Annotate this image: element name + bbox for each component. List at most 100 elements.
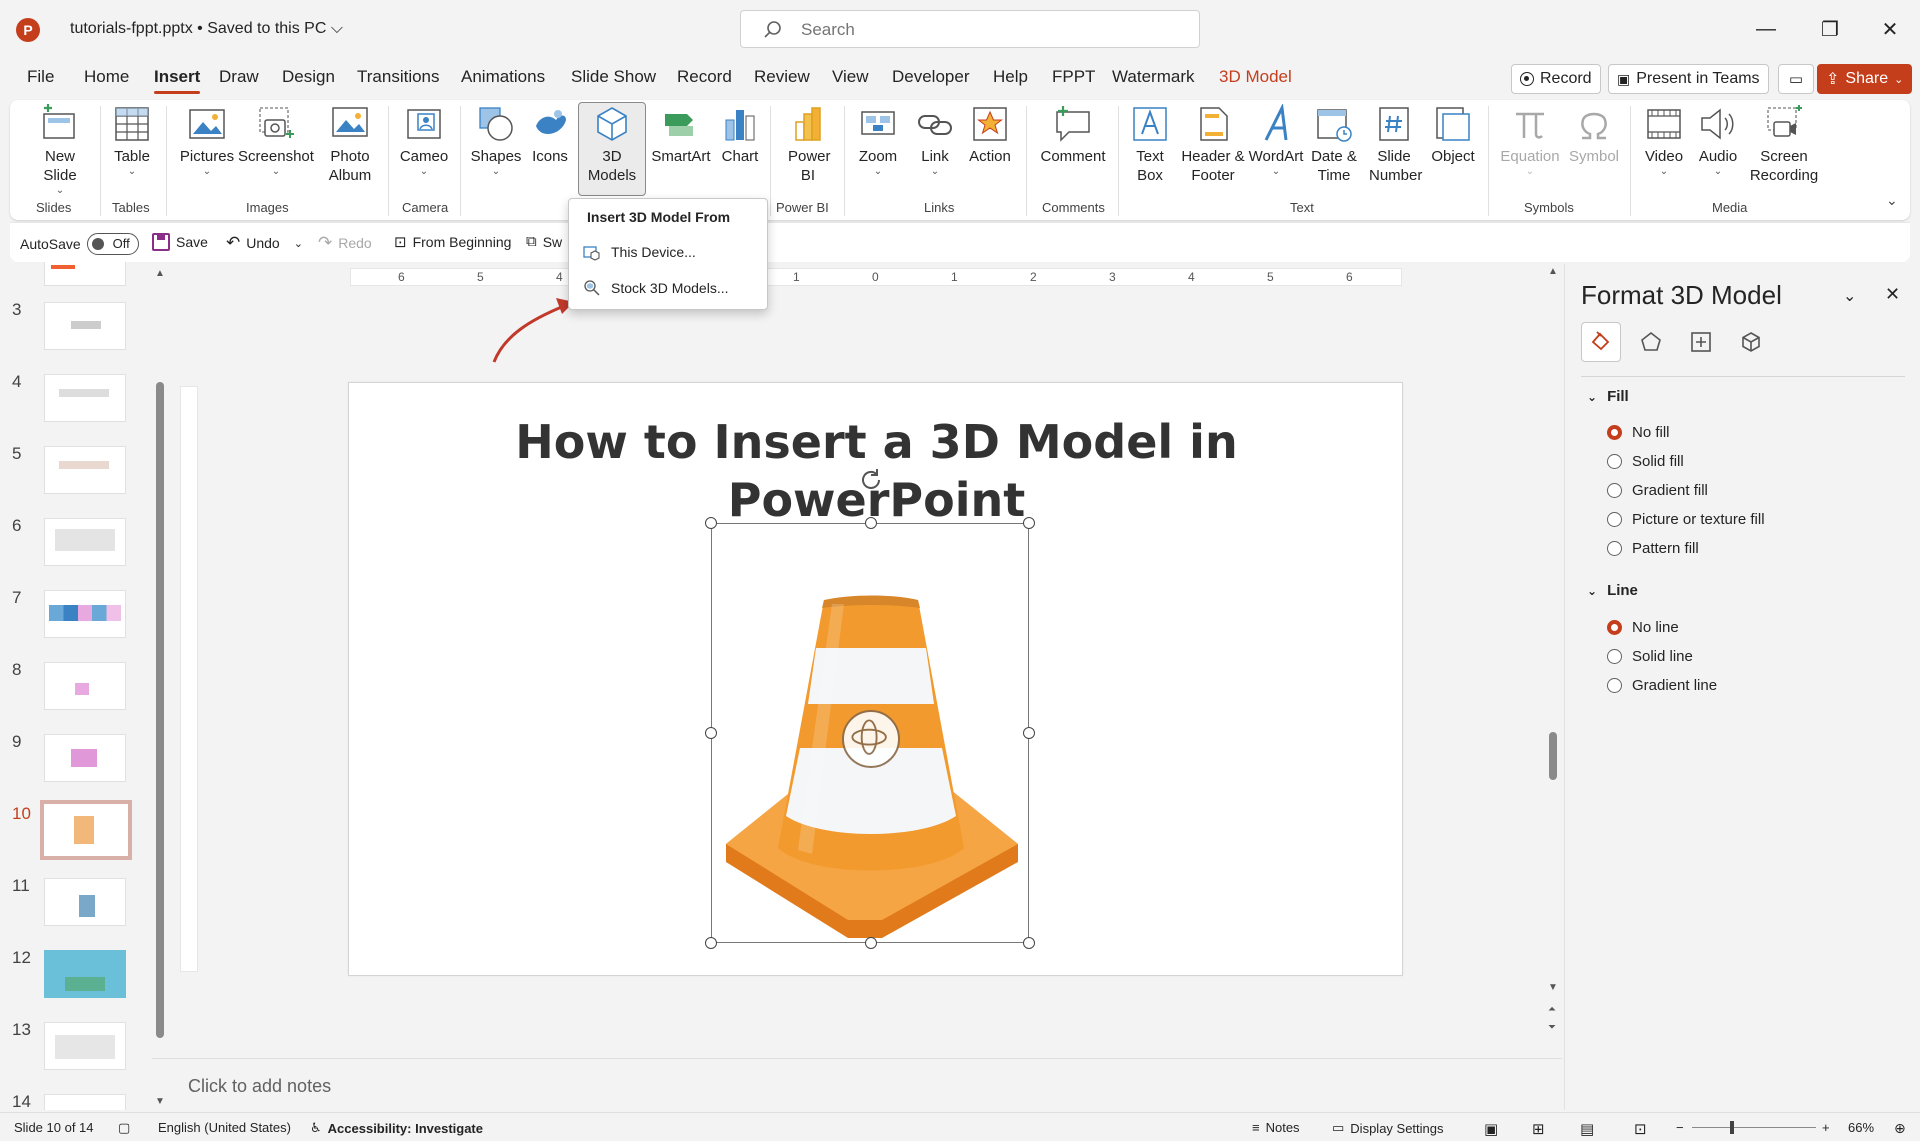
slide-thumbnail[interactable]	[44, 1094, 126, 1110]
effects-tab-icon[interactable]	[1631, 322, 1671, 362]
line-section-header[interactable]: ⌄ Line	[1587, 582, 1638, 599]
minimize-button[interactable]: —	[1746, 12, 1786, 46]
undo-button[interactable]: ↶ Undo ⌄	[226, 233, 303, 253]
slideshow-view-icon[interactable]: ⊡	[1634, 1120, 1647, 1138]
table-button[interactable]: Table ⌄	[104, 104, 160, 178]
accessibility-button[interactable]: ♿ Accessibility: Investigate	[310, 1120, 483, 1136]
3d-models-button[interactable]: 3D Models	[580, 104, 644, 185]
menu-item-this-device[interactable]: This Device...	[583, 243, 696, 261]
slide-thumbnail[interactable]	[44, 662, 126, 710]
powerpoint-logo-icon[interactable]: P	[16, 18, 40, 42]
reading-view-icon[interactable]: ▤	[1580, 1120, 1594, 1138]
tab-slide-show[interactable]: Slide Show	[571, 67, 656, 87]
resize-handle[interactable]	[705, 727, 717, 739]
search-box[interactable]	[740, 10, 1200, 48]
resize-handle[interactable]	[1023, 517, 1035, 529]
switch-button[interactable]: ⧉ Sw	[526, 233, 562, 250]
radio-button[interactable]	[1607, 678, 1622, 693]
radio-button[interactable]	[1607, 620, 1622, 635]
normal-view-icon[interactable]: ▣	[1484, 1120, 1498, 1138]
slide-thumbnail[interactable]	[44, 590, 126, 638]
icons-button[interactable]: Icons	[522, 104, 578, 166]
tab-insert[interactable]: Insert	[154, 67, 201, 94]
from-beginning-button[interactable]: ⊡ From Beginning	[394, 233, 511, 251]
fill-line-tab-icon[interactable]	[1581, 322, 1621, 362]
slide-thumbnail[interactable]	[44, 734, 126, 782]
slide-thumbnail-current[interactable]	[40, 800, 132, 860]
chevron-down-icon[interactable]: ⌄	[294, 237, 303, 250]
3d-model-tab-icon[interactable]	[1731, 322, 1771, 362]
scroll-thumb[interactable]	[1549, 732, 1557, 780]
spelling-icon[interactable]: ▢	[118, 1120, 130, 1136]
pane-options-chevron-icon[interactable]: ⌄	[1843, 286, 1856, 306]
record-button[interactable]: Record	[1511, 64, 1601, 94]
tab-animations[interactable]: Animations	[461, 67, 545, 87]
tab-home[interactable]: Home	[84, 67, 129, 87]
resize-handle[interactable]	[705, 517, 717, 529]
slide-thumbnail[interactable]	[44, 262, 126, 286]
tab-draw[interactable]: Draw	[219, 67, 259, 87]
radio-solid-line[interactable]: Solid line	[1607, 648, 1693, 665]
display-settings-button[interactable]: ▭ Display Settings	[1332, 1120, 1444, 1136]
video-button[interactable]: Video ⌄	[1636, 104, 1692, 178]
slide-thumbnail[interactable]	[44, 878, 126, 926]
next-slide-icon[interactable]: ⏷	[1548, 1022, 1556, 1033]
radio-gradient-line[interactable]: Gradient line	[1607, 677, 1717, 694]
zoom-in-icon[interactable]: +	[1822, 1120, 1830, 1135]
date-time-button[interactable]: Date & Time	[1304, 104, 1364, 185]
save-button[interactable]: Save	[152, 233, 208, 251]
chart-button[interactable]: Chart	[714, 104, 766, 166]
action-button[interactable]: Action	[962, 104, 1018, 166]
slide-thumbnail[interactable]	[44, 302, 126, 350]
tab-record[interactable]: Record	[677, 67, 732, 87]
slide-canvas[interactable]: How to Insert a 3D Model in PowerPoint	[348, 382, 1403, 976]
slide-thumbnail[interactable]	[44, 374, 126, 422]
tab-view[interactable]: View	[832, 67, 869, 87]
ribbon-collapse-icon[interactable]: ⌄	[1886, 192, 1898, 209]
autosave-switch[interactable]: Off	[86, 233, 139, 255]
header-footer-button[interactable]: Header & Footer	[1178, 104, 1248, 185]
tab-fppt[interactable]: FPPT	[1052, 67, 1095, 87]
slide-sorter-icon[interactable]: ⊞	[1532, 1120, 1545, 1138]
equation-button[interactable]: Equation ⌄	[1494, 104, 1566, 178]
fill-section-header[interactable]: ⌄ Fill	[1587, 388, 1629, 405]
radio-gradient-fill[interactable]: Gradient fill	[1607, 482, 1708, 499]
radio-button[interactable]	[1607, 425, 1622, 440]
tab-design[interactable]: Design	[282, 67, 335, 87]
language-indicator[interactable]: English (United States)	[158, 1120, 291, 1135]
tab-help[interactable]: Help	[993, 67, 1028, 87]
zoom-slider[interactable]	[1692, 1121, 1816, 1134]
link-button[interactable]: Link ⌄	[910, 104, 960, 178]
radio-no-fill[interactable]: No fill	[1607, 424, 1670, 441]
tab-developer[interactable]: Developer	[892, 67, 970, 87]
screen-recording-button[interactable]: Screen Recording	[1744, 104, 1824, 185]
screenshot-button[interactable]: Screenshot ⌄	[236, 104, 316, 178]
radio-solid-fill[interactable]: Solid fill	[1607, 453, 1684, 470]
pictures-button[interactable]: Pictures ⌄	[172, 104, 242, 178]
redo-button[interactable]: ↷ Redo	[318, 233, 372, 253]
smartart-button[interactable]: SmartArt	[646, 104, 716, 166]
cameo-button[interactable]: Cameo ⌄	[392, 104, 456, 178]
symbol-button[interactable]: Symbol	[1564, 104, 1624, 166]
radio-button[interactable]	[1607, 541, 1622, 556]
size-properties-tab-icon[interactable]	[1681, 322, 1721, 362]
wordart-button[interactable]: WordArt ⌄	[1244, 104, 1308, 178]
zoom-out-icon[interactable]: −	[1676, 1120, 1684, 1135]
3d-model-selection[interactable]	[705, 517, 1035, 949]
slide-thumbnail[interactable]	[44, 446, 126, 494]
new-slide-button[interactable]: New Slide ⌄	[26, 104, 94, 197]
slide-number-button[interactable]: Slide Number	[1362, 104, 1426, 185]
resize-handle[interactable]	[865, 937, 877, 949]
tab-review[interactable]: Review	[754, 67, 810, 87]
editor-scrollbar[interactable]: ▲ ▼ ⏶ ⏷	[1548, 266, 1558, 1046]
notes-button[interactable]: ≡ Notes	[1252, 1120, 1300, 1135]
zoom-slider-thumb[interactable]	[1730, 1121, 1734, 1134]
radio-button[interactable]	[1607, 483, 1622, 498]
slide-thumbnail[interactable]	[44, 950, 126, 998]
menu-item-stock-3d-models[interactable]: Stock 3D Models...	[583, 279, 729, 297]
3d-rotate-control-icon[interactable]	[842, 710, 900, 768]
object-button[interactable]: Object	[1424, 104, 1482, 166]
radio-pattern-fill[interactable]: Pattern fill	[1607, 540, 1699, 557]
autosave-toggle[interactable]: AutoSave Off	[20, 233, 139, 255]
audio-button[interactable]: Audio ⌄	[1690, 104, 1746, 178]
